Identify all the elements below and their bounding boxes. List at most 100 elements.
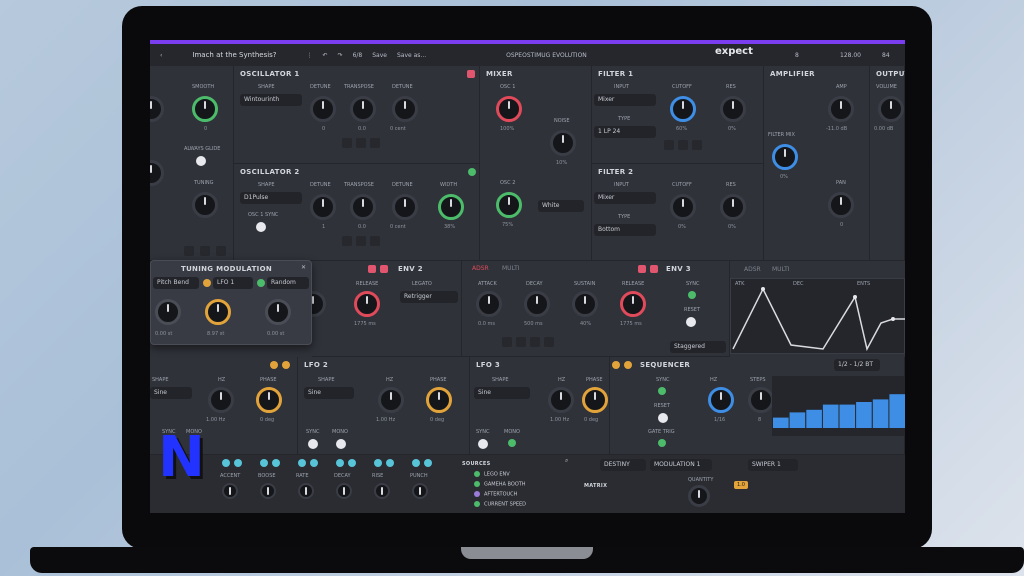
seq-step-bar[interactable] [822, 404, 839, 428]
osc1-power-icon[interactable] [467, 70, 475, 78]
close-icon[interactable]: ✕ [301, 264, 306, 271]
macro-led[interactable] [412, 459, 420, 467]
zoom-level[interactable]: 128.00 [840, 52, 861, 59]
transpose-knob[interactable] [350, 194, 376, 220]
osc2-level-knob[interactable] [496, 192, 522, 218]
lfo3-shape-select[interactable]: Sine [474, 387, 530, 399]
lfo3-mono-toggle[interactable] [508, 439, 516, 447]
mod-slot[interactable] [356, 236, 366, 246]
mod-source-select[interactable]: Random [267, 277, 309, 289]
tab-adsr[interactable]: ADSR [472, 265, 489, 272]
macro-knob[interactable] [336, 483, 352, 499]
mod-slot[interactable] [342, 236, 352, 246]
mod-slot[interactable] [370, 138, 380, 148]
filter2-input-select[interactable]: Mixer [594, 192, 656, 204]
amp-knob[interactable] [828, 96, 854, 122]
osc2-power-icon[interactable] [468, 168, 476, 176]
macro-led[interactable] [234, 459, 242, 467]
shape-select[interactable]: D1Pulse [240, 192, 302, 204]
macro-knob[interactable] [374, 483, 390, 499]
lfo2-rate-knob[interactable] [378, 387, 404, 413]
transpose-knob[interactable] [350, 96, 376, 122]
mod-source-select[interactable]: Pitch Bend [153, 277, 199, 289]
mod-slot[interactable] [664, 140, 674, 150]
mod-slot[interactable] [370, 236, 380, 246]
env-graph-tab-adsr[interactable]: ADSR [744, 266, 761, 273]
back-icon[interactable]: ‹ [160, 52, 162, 59]
seq-range-select[interactable]: 1/2 - 1/2 BT [834, 359, 880, 371]
seq-step-bar[interactable] [872, 399, 889, 428]
mod-source-item[interactable]: AFTERTOUCH [474, 491, 578, 500]
macro-knob[interactable] [222, 483, 238, 499]
preset-title[interactable]: Imach at the Synthesis? [192, 51, 276, 59]
macro-led[interactable] [298, 459, 306, 467]
mod-source-item[interactable]: GAMEHA BOOTH [474, 481, 578, 490]
lfo2-shape-select[interactable]: Sine [304, 387, 354, 399]
mod-slot[interactable] [502, 337, 512, 347]
decay-knob[interactable] [524, 291, 550, 317]
width-knob[interactable] [438, 194, 464, 220]
macro-knob[interactable] [298, 483, 314, 499]
seq-power-icon[interactable] [624, 361, 632, 369]
noise-type-select[interactable]: White [538, 200, 584, 212]
seq-gate-toggle[interactable] [658, 439, 666, 447]
mod-slot[interactable] [516, 337, 526, 347]
pan-knob[interactable] [828, 192, 854, 218]
sync-toggle[interactable] [688, 291, 696, 299]
mod-slot[interactable] [678, 140, 688, 150]
mod-slot[interactable] [184, 246, 194, 256]
matrix-slot-2[interactable]: MODULATION 1 [650, 459, 712, 471]
mod-amount-knob[interactable] [205, 299, 231, 325]
res-knob[interactable] [720, 194, 746, 220]
always-glide-toggle[interactable] [196, 156, 206, 166]
mod-source-item[interactable]: LEGO ENV [474, 471, 578, 480]
mod-amount-knob[interactable] [265, 299, 291, 325]
mod-slot[interactable] [216, 246, 226, 256]
lfo2-phase-knob[interactable] [426, 387, 452, 413]
mod-source-select[interactable]: LFO 1 [213, 277, 253, 289]
env3-power-icon[interactable] [638, 265, 646, 273]
macro-led[interactable] [260, 459, 268, 467]
macro-knob[interactable] [260, 483, 276, 499]
lfo3-sync-toggle[interactable] [478, 439, 488, 449]
release-knob[interactable] [354, 291, 380, 317]
reset-toggle[interactable] [686, 317, 696, 327]
env2-power-icon[interactable] [368, 265, 376, 273]
sequencer-bars[interactable] [772, 376, 905, 436]
macro-led[interactable] [272, 459, 280, 467]
seq-steps-knob[interactable] [748, 387, 774, 413]
redo-icon[interactable]: ↷ [338, 52, 343, 59]
macro-led[interactable] [222, 459, 230, 467]
mod-slot[interactable] [342, 138, 352, 148]
macro-led[interactable] [424, 459, 432, 467]
macro-led[interactable] [310, 459, 318, 467]
res-knob[interactable] [720, 96, 746, 122]
filter-mix-knob[interactable] [772, 144, 798, 170]
partial-knob-1[interactable] [150, 96, 164, 122]
envelope-graph[interactable]: ATK DEC ENTS [730, 278, 905, 354]
release-knob[interactable] [620, 291, 646, 317]
filter1-type-select[interactable]: 1 LP 24 [594, 126, 656, 138]
lfo1-power-icon[interactable] [282, 361, 290, 369]
macro-led[interactable] [348, 459, 356, 467]
mod-slot[interactable] [200, 246, 210, 256]
seq-step-bar[interactable] [839, 404, 856, 428]
fine-detune-knob[interactable] [392, 96, 418, 122]
seq-step-bar[interactable] [806, 409, 822, 428]
env2-power-icon[interactable] [380, 265, 388, 273]
trigger-select[interactable]: Staggered [670, 341, 726, 353]
mod-slot[interactable] [530, 337, 540, 347]
lfo1-phase-knob[interactable] [256, 387, 282, 413]
seq-reset-toggle[interactable] [658, 413, 668, 423]
cutoff-knob[interactable] [670, 96, 696, 122]
detune-knob[interactable] [310, 194, 336, 220]
seq-step-bar[interactable] [789, 412, 806, 428]
undo-icon[interactable]: ↶ [323, 52, 328, 59]
macro-led[interactable] [386, 459, 394, 467]
save-button[interactable]: Save [372, 52, 387, 59]
seq-sync-toggle[interactable] [658, 387, 666, 395]
mod-slot[interactable] [544, 337, 554, 347]
detune-knob[interactable] [310, 96, 336, 122]
noise-knob[interactable] [550, 130, 576, 156]
tab-multi[interactable]: MULTI [502, 265, 520, 272]
